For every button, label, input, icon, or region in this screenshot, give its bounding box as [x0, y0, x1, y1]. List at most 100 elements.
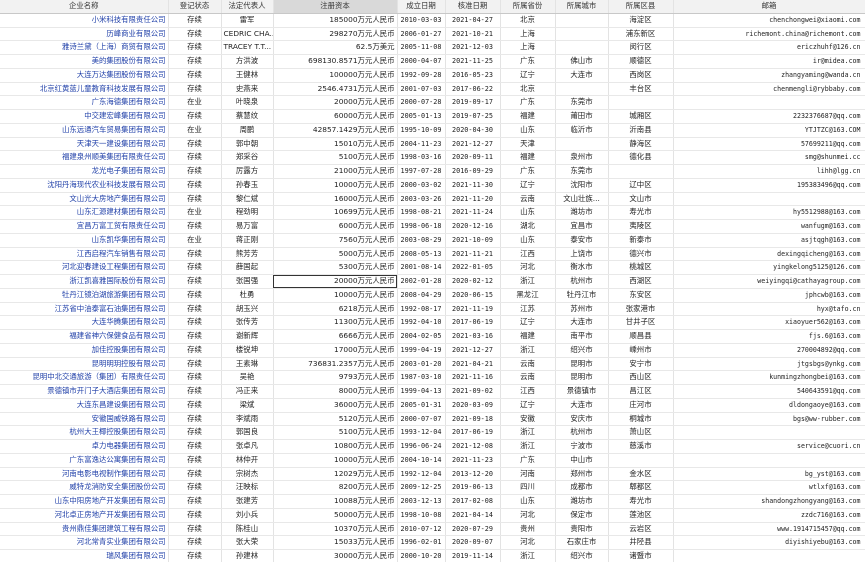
cell-founded-date[interactable]: 1992-08-17 — [397, 302, 446, 317]
cell-legal-rep[interactable]: 王健林 — [221, 68, 274, 83]
cell-company[interactable]: 北京红黄蓝儿童教育科技发展有限公司 — [0, 82, 169, 97]
cell-status[interactable]: 存续 — [168, 370, 222, 385]
cell-approved-date[interactable]: 2021-12-27 — [445, 137, 501, 152]
cell-province[interactable]: 辽宁 — [500, 315, 556, 330]
cell-company[interactable]: 大连华腾集团有限公司 — [0, 315, 169, 330]
cell-city[interactable]: 潍坊市 — [555, 205, 609, 220]
cell-city[interactable]: 牡丹江市 — [555, 288, 609, 303]
cell-email[interactable] — [673, 425, 865, 440]
cell-district[interactable]: 丰台区 — [608, 82, 674, 97]
cell-founded-date[interactable]: 2000-07-28 — [397, 95, 446, 110]
cell-company[interactable]: 小米科技有限责任公司 — [0, 13, 169, 28]
cell-founded-date[interactable]: 2010-07-12 — [397, 522, 446, 537]
cell-legal-rep[interactable]: 胡玉兴 — [221, 302, 274, 317]
cell-capital[interactable]: 50000万元人民币 — [273, 508, 398, 523]
column-header-district[interactable]: 所属区县 — [608, 0, 674, 14]
cell-status[interactable]: 存续 — [168, 150, 222, 165]
cell-email[interactable] — [673, 549, 865, 562]
cell-founded-date[interactable]: 2008-04-29 — [397, 288, 446, 303]
cell-city[interactable]: 保定市 — [555, 508, 609, 523]
cell-province[interactable]: 安徽 — [500, 412, 556, 427]
cell-legal-rep[interactable]: 郑采谷 — [221, 150, 274, 165]
cell-company[interactable]: 杭州大王椰控股集团有限公司 — [0, 425, 169, 440]
cell-status[interactable]: 存续 — [168, 343, 222, 358]
cell-district[interactable]: 郫都区 — [608, 480, 674, 495]
cell-legal-rep[interactable]: 黎仁斌 — [221, 192, 274, 207]
cell-city[interactable]: 宜昌市 — [555, 219, 609, 234]
cell-district[interactable]: 诸暨市 — [608, 549, 674, 562]
cell-founded-date[interactable]: 1996-02-01 — [397, 535, 446, 550]
cell-legal-rep[interactable]: 李斌雨 — [221, 412, 274, 427]
cell-legal-rep[interactable]: 张大荣 — [221, 535, 274, 550]
cell-approved-date[interactable]: 2021-03-16 — [445, 329, 501, 344]
cell-province[interactable]: 北京 — [500, 82, 556, 97]
cell-founded-date[interactable]: 1998-10-08 — [397, 508, 446, 523]
cell-approved-date[interactable]: 2021-11-24 — [445, 205, 501, 220]
cell-legal-rep[interactable]: 张国强 — [221, 274, 274, 289]
cell-province[interactable]: 江西 — [500, 247, 556, 262]
cell-city[interactable]: 文山壮族... — [555, 192, 609, 207]
cell-legal-rep[interactable]: 叶晓泉 — [221, 95, 274, 110]
cell-district[interactable]: 井陉县 — [608, 535, 674, 550]
cell-approved-date[interactable]: 2017-02-08 — [445, 494, 501, 509]
cell-province[interactable]: 河北 — [500, 535, 556, 550]
cell-approved-date[interactable]: 2021-11-30 — [445, 178, 501, 193]
cell-legal-rep[interactable]: 蔡慧纹 — [221, 109, 274, 124]
cell-legal-rep[interactable]: 谢新辉 — [221, 329, 274, 344]
cell-email[interactable]: bgs@ww-rubber.com — [673, 412, 865, 427]
column-header-company[interactable]: 企业名称 — [0, 0, 169, 14]
cell-approved-date[interactable]: 2021-11-21 — [445, 247, 501, 262]
cell-capital[interactable]: 17000万元人民币 — [273, 343, 398, 358]
cell-status[interactable]: 在业 — [168, 205, 222, 220]
cell-province[interactable]: 辽宁 — [500, 68, 556, 83]
cell-status[interactable]: 在业 — [168, 95, 222, 110]
cell-email[interactable]: chenmengli@rybbaby.com — [673, 82, 865, 97]
cell-legal-rep[interactable]: 薛国起 — [221, 260, 274, 275]
cell-city[interactable]: 衡水市 — [555, 260, 609, 275]
column-header-email[interactable]: 邮箱 — [673, 0, 865, 14]
cell-legal-rep[interactable]: 刘小兵 — [221, 508, 274, 523]
cell-founded-date[interactable]: 2005-11-08 — [397, 40, 446, 55]
cell-status[interactable]: 存续 — [168, 178, 222, 193]
cell-approved-date[interactable]: 2021-10-09 — [445, 233, 501, 248]
cell-company[interactable]: 大连东昌建设集团有限公司 — [0, 398, 169, 413]
cell-city[interactable]: 景德镇市 — [555, 384, 609, 399]
cell-company[interactable]: 福建泉州顺美集团有限责任公司 — [0, 150, 169, 165]
cell-status[interactable]: 存续 — [168, 137, 222, 152]
cell-legal-rep[interactable]: 张传芳 — [221, 315, 274, 330]
cell-founded-date[interactable]: 1995-10-09 — [397, 123, 446, 138]
cell-status[interactable]: 存续 — [168, 192, 222, 207]
cell-email[interactable]: asjtqgh@163.com — [673, 233, 865, 248]
cell-company[interactable]: 中交建宏峰集团有限公司 — [0, 109, 169, 124]
cell-district[interactable]: 德兴市 — [608, 247, 674, 262]
cell-approved-date[interactable]: 2021-11-16 — [445, 370, 501, 385]
cell-email[interactable]: yingkelong5125@126.com — [673, 260, 865, 275]
cell-district[interactable]: 金水区 — [608, 467, 674, 482]
cell-province[interactable]: 黑龙江 — [500, 288, 556, 303]
cell-company[interactable]: 大连万达集团股份有限公司 — [0, 68, 169, 83]
cell-approved-date[interactable]: 2021-04-27 — [445, 13, 501, 28]
cell-city[interactable] — [555, 13, 609, 28]
cell-founded-date[interactable]: 2003-08-29 — [397, 233, 446, 248]
cell-capital[interactable]: 42857.1429万元人民币 — [273, 123, 398, 138]
cell-capital[interactable]: 11300万元人民币 — [273, 315, 398, 330]
cell-district[interactable]: 庄河市 — [608, 398, 674, 413]
cell-approved-date[interactable]: 2021-12-08 — [445, 439, 501, 454]
cell-capital[interactable]: 10000万元人民币 — [273, 288, 398, 303]
cell-email[interactable]: jphcwb@163.com — [673, 288, 865, 303]
cell-approved-date[interactable]: 2020-09-07 — [445, 535, 501, 550]
cell-email[interactable]: 2232376687@qq.com — [673, 109, 865, 124]
spreadsheet[interactable]: 企业名称 登记状态 法定代表人 注册资本 成立日期 核准日期 所属省份 所属城市… — [0, 0, 865, 562]
cell-email[interactable]: bg_yst@163.com — [673, 467, 865, 482]
cell-legal-rep[interactable]: CEDRIC CHA... — [221, 27, 274, 42]
cell-email[interactable]: ericzhuhf@126.cn — [673, 40, 865, 55]
cell-capital[interactable]: 9793万元人民币 — [273, 370, 398, 385]
cell-email[interactable]: diyishiyebu@163.com — [673, 535, 865, 550]
cell-province[interactable]: 河北 — [500, 260, 556, 275]
cell-status[interactable]: 存续 — [168, 288, 222, 303]
cell-approved-date[interactable]: 2016-05-23 — [445, 68, 501, 83]
cell-capital[interactable]: 36000万元人民币 — [273, 398, 398, 413]
cell-district[interactable]: 桐城市 — [608, 412, 674, 427]
cell-city[interactable]: 临沂市 — [555, 123, 609, 138]
cell-approved-date[interactable]: 2022-01-05 — [445, 260, 501, 275]
